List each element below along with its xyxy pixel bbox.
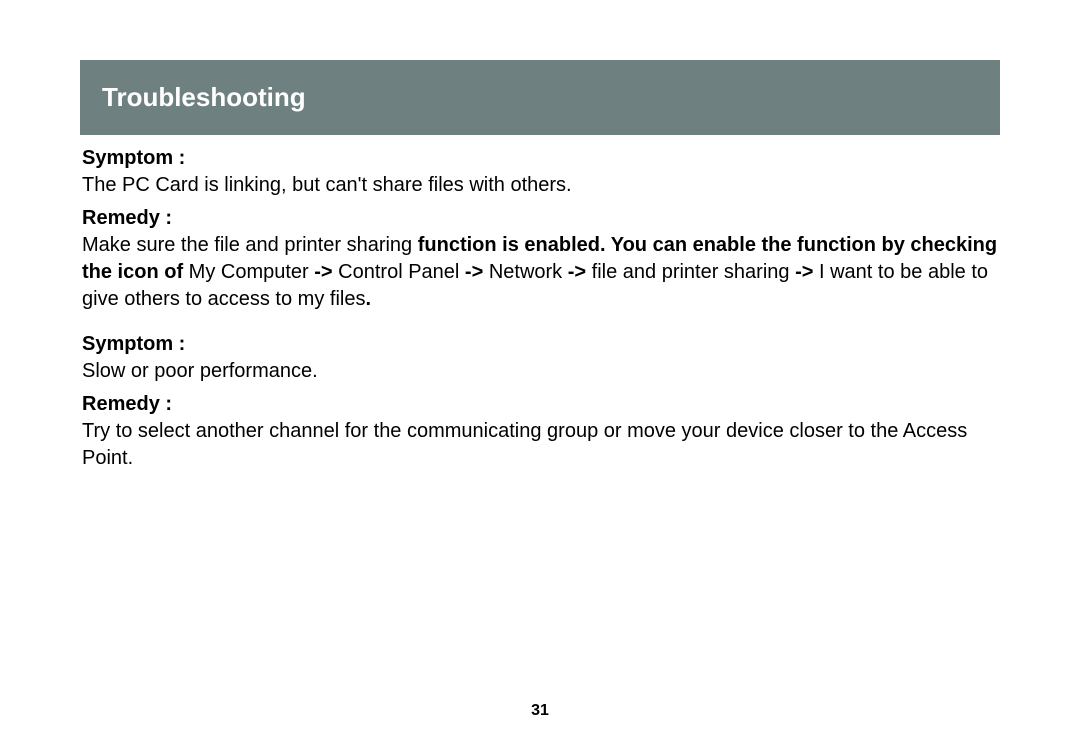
title-bar: Troubleshooting — [80, 60, 1000, 135]
remedy-2-label: Remedy : — [82, 391, 998, 418]
symptom-1-label: Symptom : — [82, 145, 998, 172]
remedy-1-label: Remedy : — [82, 205, 998, 232]
content-area: Symptom : The PC Card is linking, but ca… — [80, 145, 1000, 472]
remedy-1-mid1: My Computer — [189, 261, 315, 283]
remedy-1: Remedy : Make sure the file and printer … — [82, 205, 998, 313]
symptom-1-text: The PC Card is linking, but can't share … — [82, 172, 998, 199]
remedy-1-arrow1: -> — [314, 261, 338, 283]
page-container: Troubleshooting Symptom : The PC Card is… — [0, 0, 1080, 750]
remedy-1-dot: . — [365, 288, 371, 310]
symptom-1: Symptom : The PC Card is linking, but ca… — [82, 145, 998, 199]
symptom-2-text: Slow or poor performance. — [82, 358, 998, 385]
page-title: Troubleshooting — [102, 82, 306, 112]
remedy-1-mid3: Network — [489, 261, 568, 283]
remedy-2-text: Try to select another channel for the co… — [82, 418, 998, 472]
remedy-1-mid2: Control Panel — [338, 261, 465, 283]
remedy-1-text: Make sure the file and printer sharing f… — [82, 232, 998, 313]
remedy-1-arrow3: -> — [568, 261, 592, 283]
symptom-2-label: Symptom : — [82, 331, 998, 358]
symptom-2: Symptom : Slow or poor performance. — [82, 331, 998, 385]
page-number: 31 — [531, 702, 549, 720]
remedy-1-mid4: file and printer sharing — [592, 261, 795, 283]
remedy-2: Remedy : Try to select another channel f… — [82, 391, 998, 472]
remedy-1-pre: Make sure the file and printer sharing — [82, 234, 418, 256]
remedy-1-arrow2: -> — [465, 261, 489, 283]
remedy-1-arrow4: -> — [795, 261, 819, 283]
